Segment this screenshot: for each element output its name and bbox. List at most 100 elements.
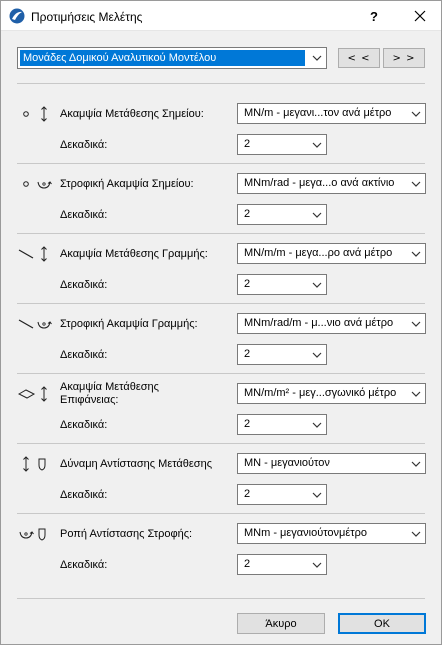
decimals-value: 2 xyxy=(244,138,251,150)
cancel-button[interactable]: Άκυρο xyxy=(237,613,325,634)
row-icons xyxy=(17,315,57,333)
chevron-down-icon xyxy=(312,491,322,499)
translation-stiffness-surface-decimals-select[interactable]: 2 xyxy=(237,414,327,435)
divider xyxy=(17,303,425,304)
resistance-shield-icon xyxy=(38,458,46,471)
rotation-arrow-icon xyxy=(37,321,52,329)
rotation-resistance-moment-label: Ροπή Αντίστασης Στροφής: xyxy=(60,528,193,540)
decimals-value: 2 xyxy=(244,208,251,220)
chevron-down-icon xyxy=(312,421,322,429)
rotation-resistance-moment-decimals-select[interactable]: 2 xyxy=(237,554,327,575)
translation-stiffness-line-unit-select[interactable]: MN/m/m - μεγα...ρο ανά μέτρο xyxy=(237,243,426,264)
chevron-down-icon xyxy=(312,281,322,289)
preferences-dialog: Προτιμήσεις Μελέτης ? Μονάδες Δομικού Αν… xyxy=(0,0,442,645)
divider xyxy=(17,598,425,599)
translation-resistance-force-unit-select[interactable]: MN - μεγανιούτον xyxy=(237,453,426,474)
divider xyxy=(17,373,425,374)
translation-stiffness-surface-unit-select[interactable]: MN/m/m² - μεγ...σγωνικό μέτρο xyxy=(237,383,426,404)
chevron-down-icon xyxy=(411,110,421,118)
decimals-label: Δεκαδικά: xyxy=(60,349,108,361)
translation-arrow-icon xyxy=(23,456,29,472)
help-button[interactable]: ? xyxy=(361,1,387,31)
divider xyxy=(17,513,425,514)
chevron-down-icon xyxy=(411,180,421,188)
divider xyxy=(17,233,425,234)
translation-stiffness-point-label: Ακαμψία Μετάθεσης Σημείου: xyxy=(60,108,204,120)
rotational-stiffness-point-unit-select[interactable]: MNm/rad - μεγα...ο ανά ακτίνιο xyxy=(237,173,426,194)
chevron-down-icon xyxy=(411,530,421,538)
row-icons xyxy=(17,175,57,193)
category-select[interactable]: Μονάδες Δομικού Αναλυτικού Μοντέλου xyxy=(17,47,327,69)
ok-button[interactable]: OK xyxy=(338,613,426,634)
rotational-stiffness-line-decimals-select[interactable]: 2 xyxy=(237,344,327,365)
chevron-down-icon xyxy=(312,561,322,569)
divider xyxy=(17,163,425,164)
chevron-down-icon xyxy=(312,141,322,149)
rotational-stiffness-line-label: Στροφική Ακαμψία Γραμμής: xyxy=(60,318,198,330)
unit-value: MN/m/m - μεγα...ρο ανά μέτρο xyxy=(244,247,393,259)
translation-resistance-force-decimals-select[interactable]: 2 xyxy=(237,484,327,505)
decimals-value: 2 xyxy=(244,348,251,360)
decimals-label: Δεκαδικά: xyxy=(60,559,108,571)
unit-value: MNm/rad - μεγα...ο ανά ακτίνιο xyxy=(244,177,395,189)
rotation-resistance-moment-unit-select[interactable]: MNm - μεγανιούτονμέτρο xyxy=(237,523,426,544)
decimals-label: Δεκαδικά: xyxy=(60,209,108,221)
translation-stiffness-line-label: Ακαμψία Μετάθεσης Γραμμής: xyxy=(60,248,208,260)
row-icons xyxy=(17,385,57,403)
divider xyxy=(17,83,425,84)
label-text: Ακαμψία Μετάθεσης Επιφάνειας: xyxy=(60,381,159,406)
translation-stiffness-point-unit-select[interactable]: MN/m - μεγανι...τον ανά μέτρο xyxy=(237,103,426,124)
point-icon xyxy=(23,181,29,187)
row-icons xyxy=(17,455,57,473)
decimals-value: 2 xyxy=(244,418,251,430)
rotation-arrow-icon xyxy=(37,181,52,189)
close-button[interactable] xyxy=(401,1,439,31)
translation-resistance-force-label: Δύναμη Αντίστασης Μετάθεσης xyxy=(60,458,213,470)
line-icon xyxy=(18,249,34,259)
category-select-value: Μονάδες Δομικού Αναλυτικού Μοντέλου xyxy=(20,50,305,66)
chevron-down-icon xyxy=(312,351,322,359)
chevron-down-icon xyxy=(411,320,421,328)
previous-page-button[interactable]: < < xyxy=(338,48,380,68)
decimals-label: Δεκαδικά: xyxy=(60,489,108,501)
decimals-value: 2 xyxy=(244,278,251,290)
chevron-down-icon xyxy=(411,250,421,258)
unit-value: MN - μεγανιούτον xyxy=(244,457,330,469)
row-icons xyxy=(17,245,57,263)
unit-value: MNm/rad/m - μ...νιο ανά μέτρο xyxy=(244,317,394,329)
chevron-down-icon xyxy=(411,390,421,398)
chevron-down-icon xyxy=(312,211,322,219)
decimals-value: 2 xyxy=(244,558,251,570)
point-icon xyxy=(23,111,29,117)
app-logo-icon xyxy=(9,8,25,24)
rotational-stiffness-line-unit-select[interactable]: MNm/rad/m - μ...νιο ανά μέτρο xyxy=(237,313,426,334)
unit-value: MNm - μεγανιούτονμέτρο xyxy=(244,527,367,539)
close-icon xyxy=(414,10,426,22)
row-icons xyxy=(17,105,57,123)
unit-value: MN/m/m² - μεγ...σγωνικό μέτρο xyxy=(244,387,397,399)
translation-arrow-icon xyxy=(41,106,47,122)
decimals-value: 2 xyxy=(244,488,251,500)
translation-arrow-icon xyxy=(41,386,47,402)
divider xyxy=(17,443,425,444)
translation-stiffness-surface-label: Ακαμψία Μετάθεσης Επιφάνειας: xyxy=(60,381,185,407)
rotational-stiffness-point-decimals-select[interactable]: 2 xyxy=(237,204,327,225)
rotation-arrow-icon xyxy=(19,531,34,539)
decimals-label: Δεκαδικά: xyxy=(60,419,108,431)
next-page-button[interactable]: > > xyxy=(383,48,425,68)
rotational-stiffness-point-label: Στροφική Ακαμψία Σημείου: xyxy=(60,178,194,190)
resistance-shield-icon xyxy=(38,528,46,541)
translation-arrow-icon xyxy=(41,246,47,262)
decimals-label: Δεκαδικά: xyxy=(60,139,108,151)
row-icons xyxy=(17,525,57,543)
translation-stiffness-line-decimals-select[interactable]: 2 xyxy=(237,274,327,295)
window-title: Προτιμήσεις Μελέτης xyxy=(31,10,143,24)
chevron-down-icon xyxy=(411,460,421,468)
surface-icon xyxy=(17,389,36,399)
unit-value: MN/m - μεγανι...τον ανά μέτρο xyxy=(244,107,392,119)
decimals-label: Δεκαδικά: xyxy=(60,279,108,291)
translation-stiffness-point-decimals-select[interactable]: 2 xyxy=(237,134,327,155)
line-icon xyxy=(18,319,34,329)
title-bar: Προτιμήσεις Μελέτης ? xyxy=(1,1,441,31)
chevron-down-icon xyxy=(312,54,322,62)
